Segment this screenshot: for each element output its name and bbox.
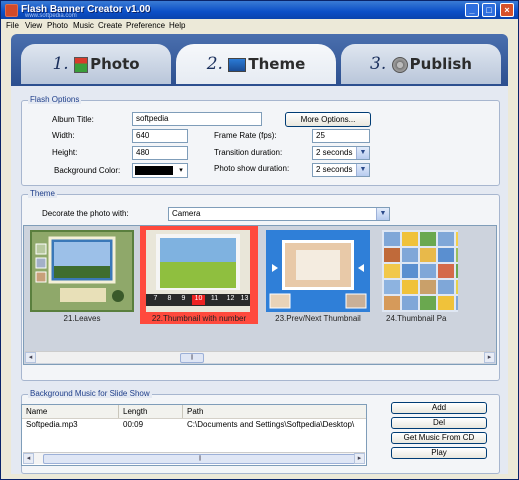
decorate-select[interactable]: Camera ▼ — [168, 207, 390, 221]
photo-show-duration-select[interactable]: 2 seconds ▼ — [312, 163, 370, 177]
del-button[interactable]: Del — [391, 417, 487, 429]
column-path[interactable]: Path — [187, 407, 203, 416]
theme-item-leaves[interactable] — [30, 230, 134, 312]
scrollbar-thumb[interactable]: ⫼ — [43, 454, 357, 464]
app-icon — [5, 4, 18, 17]
more-options-button[interactable]: More Options... — [285, 112, 371, 127]
tab-photo-number: 1. — [52, 54, 69, 74]
flash-options-group: Flash Options Album Title: softpedia Wid… — [21, 95, 500, 186]
menu-file[interactable]: File — [6, 21, 19, 30]
theme-gallery: 21.Leaves 7 8 9 10 11 12 13 22.Thumbnail… — [23, 225, 497, 365]
chevron-down-icon: ▾ — [179, 167, 183, 174]
strip-number: 12 — [226, 295, 235, 302]
prev-next-theme-preview — [266, 230, 370, 312]
scroll-right-icon[interactable]: ▸ — [484, 352, 495, 363]
frame-rate-field[interactable]: 25 — [312, 129, 370, 143]
column-divider — [118, 405, 119, 418]
scroll-left-icon[interactable]: ◂ — [25, 352, 36, 363]
get-music-from-cd-button[interactable]: Get Music From CD — [391, 432, 487, 444]
theme-caption-leaves: 21.Leaves — [63, 314, 101, 323]
menu-create[interactable]: Create — [98, 21, 122, 30]
tab-photo[interactable]: 1. Photo — [21, 44, 171, 84]
menu-preference[interactable]: Preference — [126, 21, 165, 30]
row-length: 00:09 — [123, 420, 144, 429]
photo-show-duration-label: Photo show duration: — [214, 164, 290, 173]
theme-legend: Theme — [28, 189, 57, 198]
decorate-label: Decorate the photo with: — [42, 209, 129, 218]
frame-rate-label: Frame Rate (fps): — [214, 131, 277, 140]
tab-theme-number: 2. — [206, 54, 223, 74]
gear-icon — [391, 56, 408, 73]
tab-publish-number: 3. — [370, 54, 387, 74]
background-color-picker[interactable]: ▾ — [132, 163, 188, 178]
music-list[interactable]: Name Length Path Softpedia.mp3 00:09 C:\… — [21, 404, 367, 466]
background-color-label: Background Color: — [54, 166, 121, 175]
theme-item-thumbnail-pa[interactable] — [382, 230, 458, 312]
title-bar[interactable]: Flash Banner Creator v1.00 www.softpedia… — [1, 1, 518, 19]
menu-music[interactable]: Music — [73, 21, 94, 30]
thumbnail-grid-theme-preview — [382, 230, 458, 312]
scroll-right-icon[interactable]: ▸ — [354, 453, 365, 464]
photo-icon — [74, 56, 89, 73]
tab-theme[interactable]: 2. Theme — [176, 44, 336, 84]
scrollbar-thumb[interactable]: ⫼ — [180, 353, 204, 363]
photo-show-duration-value: 2 seconds — [316, 165, 353, 174]
minimize-button[interactable]: _ — [465, 3, 479, 17]
strip-number: 13 — [240, 295, 249, 302]
menu-bar: File View Photo Music Create Preference … — [1, 19, 518, 32]
strip-number: 9 — [181, 295, 186, 302]
theme-item-prev-next-thumbnail[interactable] — [266, 230, 370, 312]
number-strip: 7 8 9 10 11 12 13 — [146, 294, 250, 306]
theme-item-thumbnail-with-number[interactable]: 7 8 9 10 11 12 13 — [146, 230, 250, 312]
width-field[interactable]: 640 — [132, 129, 188, 143]
scroll-left-icon[interactable]: ◂ — [23, 453, 34, 464]
menu-help[interactable]: Help — [169, 21, 185, 30]
tab-publish[interactable]: 3. Publish — [341, 44, 501, 84]
height-field[interactable]: 480 — [132, 146, 188, 160]
width-label: Width: — [52, 131, 75, 140]
flash-options-legend: Flash Options — [28, 95, 82, 104]
tab-photo-label: Photo — [90, 55, 140, 73]
maximize-button[interactable]: □ — [482, 3, 496, 17]
row-name: Softpedia.mp3 — [26, 420, 78, 429]
leaves-theme-preview — [30, 230, 134, 312]
strip-number-selected: 10 — [192, 295, 205, 305]
transition-duration-select[interactable]: 2 seconds ▼ — [312, 146, 370, 160]
gallery-horizontal-scrollbar[interactable]: ◂ ⫼ ▸ — [25, 351, 495, 363]
column-name[interactable]: Name — [26, 407, 47, 416]
chevron-down-icon: ▼ — [356, 147, 369, 159]
column-divider — [182, 405, 183, 418]
strip-number: 7 — [153, 295, 158, 302]
menu-photo[interactable]: Photo — [47, 21, 68, 30]
theme-caption-thumbnail-with-number: 22.Thumbnail with number — [151, 314, 247, 323]
album-title-field[interactable]: softpedia — [132, 112, 262, 126]
album-title-label: Album Title: — [52, 115, 94, 124]
theme-caption-prev-next-thumbnail: 23.Prev/Next Thumbnail — [275, 314, 361, 323]
background-music-legend: Background Music for Slide Show — [28, 389, 152, 398]
chevron-down-icon: ▼ — [376, 208, 389, 220]
music-list-header: Name Length Path — [22, 405, 366, 419]
row-path: C:\Documents and Settings\Softpedia\Desk… — [187, 420, 355, 429]
chevron-down-icon: ▼ — [356, 164, 369, 176]
transition-duration-label: Transition duration: — [214, 148, 283, 157]
decorate-value: Camera — [172, 209, 201, 218]
step-tabs: 1. Photo 2. Theme 3. Publish — [11, 34, 508, 86]
background-color-swatch — [135, 166, 173, 175]
height-label: Height: — [52, 148, 78, 157]
menu-view[interactable]: View — [25, 21, 42, 30]
app-window: Flash Banner Creator v1.00 www.softpedia… — [0, 0, 519, 480]
theme-icon — [228, 57, 247, 72]
tab-theme-label: Theme — [248, 55, 306, 73]
play-button[interactable]: Play — [391, 447, 487, 459]
transition-duration-value: 2 seconds — [316, 148, 353, 157]
theme-caption-thumbnail-pa: 24.Thumbnail Pa — [386, 314, 447, 323]
column-length[interactable]: Length — [123, 407, 147, 416]
close-button[interactable]: × — [500, 3, 514, 17]
strip-number: 8 — [167, 295, 172, 302]
add-button[interactable]: Add — [391, 402, 487, 414]
content-panel: Flash Options Album Title: softpedia Wid… — [11, 86, 508, 474]
strip-number: 11 — [210, 295, 219, 302]
music-list-scrollbar[interactable]: ◂ ⫼ ▸ — [23, 452, 365, 464]
tab-publish-label: Publish — [409, 55, 472, 73]
